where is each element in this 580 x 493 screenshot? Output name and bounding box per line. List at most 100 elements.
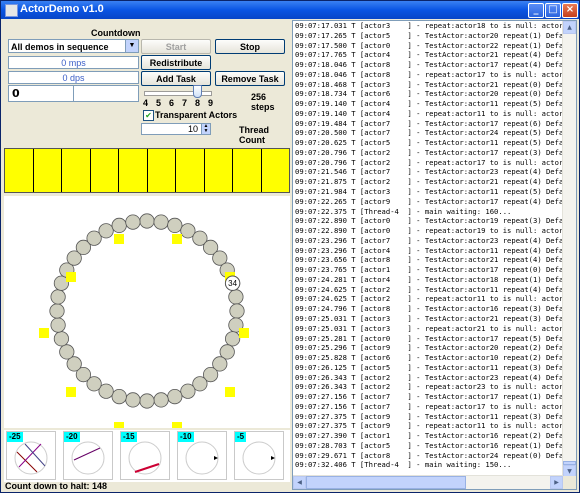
log-line: 09:07:25.031 T [actor3 ] - repeat:actor2… xyxy=(295,323,563,333)
counter-divider xyxy=(73,86,74,101)
task-square xyxy=(39,328,49,338)
transparent-checkbox[interactable]: ✔ xyxy=(143,110,154,121)
log-line: 09:07:27.375 T [actor9 ] - TestActor:act… xyxy=(295,411,563,421)
countdown-label: Countdown xyxy=(91,28,141,38)
log-line: 09:07:26.343 T [actor2 ] - TestActor:act… xyxy=(295,372,563,382)
log-line: 09:07:19.140 T [actor4 ] - repeat:actor1… xyxy=(295,108,563,118)
log-line: 09:07:27.375 T [actor9 ] - repeat:actor1… xyxy=(295,421,563,431)
log-line: 09:07:19.484 T [actor7 ] - TestActor:act… xyxy=(295,118,563,128)
thumbnail[interactable]: -10 xyxy=(177,431,227,480)
thumbnail-tag: -25 xyxy=(7,432,23,442)
task-bar xyxy=(4,148,290,193)
thumbnail[interactable]: -25 xyxy=(6,431,56,480)
redistribute-button[interactable]: Redistribute xyxy=(141,55,211,70)
scroll-corner xyxy=(563,476,576,489)
log-line: 09:07:25.281 T [actor0 ] - TestActor:act… xyxy=(295,333,563,343)
java-icon xyxy=(5,4,18,17)
log-line: 09:07:27.390 T [actor1 ] - TestActor:act… xyxy=(295,431,563,441)
actor-node xyxy=(111,217,127,234)
actor-node xyxy=(139,213,155,229)
remove-task-button[interactable]: Remove Task xyxy=(215,71,285,86)
spinner-down-icon[interactable]: ▼ xyxy=(201,129,210,134)
actor-node xyxy=(167,217,183,234)
log-line: 09:07:23.296 T [actor7 ] - TestActor:act… xyxy=(295,235,563,245)
log-line: 09:07:22.265 T [actor9 ] - TestActor:act… xyxy=(295,196,563,206)
start-button[interactable]: Start xyxy=(141,39,211,54)
actor-node xyxy=(50,289,66,305)
title-bar[interactable]: ActorDemo v1.0 _ □ × xyxy=(1,1,579,19)
thread-count-value: 10 xyxy=(187,124,198,134)
scroll-up-icon[interactable]: ▲ xyxy=(563,21,576,34)
log-line: 09:07:23.656 T [actor8 ] - TestActor:act… xyxy=(295,255,563,265)
log-line: 09:07:17.031 T [actor3 ] - repeat:actor1… xyxy=(295,21,563,30)
log-line: 09:07:19.140 T [actor4 ] - TestActor:act… xyxy=(295,99,563,109)
actor-node xyxy=(53,331,70,347)
slider-tick: 4 xyxy=(143,98,149,108)
actor-node xyxy=(59,344,75,360)
horizontal-scrollbar[interactable]: ◀ ▶ xyxy=(293,475,563,489)
task-square xyxy=(239,328,249,338)
log-line: 09:07:17.500 T [actor0 ] - TestActor:act… xyxy=(295,40,563,50)
maximize-icon[interactable]: □ xyxy=(545,3,561,18)
slider-tick: 6 xyxy=(169,98,175,108)
thumbnail-tag: -20 xyxy=(64,432,80,442)
task-square xyxy=(114,422,124,432)
task-square xyxy=(172,234,182,244)
actor-ring: 34 xyxy=(39,213,249,432)
actor-node xyxy=(225,331,241,347)
log-line: 09:07:24.796 T [actor8 ] - TestActor:act… xyxy=(295,304,563,314)
log-line: 09:07:24.625 T [actor2 ] - repeat:actor1… xyxy=(295,294,563,304)
chevron-down-icon[interactable]: ▼ xyxy=(125,40,138,52)
thumbnail-tag: -15 xyxy=(121,432,137,442)
horizontal-scroll-thumb[interactable] xyxy=(306,476,466,489)
log-panel[interactable]: 09:07:17.031 T [actor3 ] - repeat:actor1… xyxy=(292,20,577,490)
log-line: 09:07:23.765 T [actor1 ] - TestActor:act… xyxy=(295,265,563,275)
counter-value: 0 xyxy=(12,87,20,100)
stop-button[interactable]: Stop xyxy=(215,39,285,54)
counter-display: 0 xyxy=(8,85,139,102)
actor-node xyxy=(50,317,66,333)
actor-node xyxy=(49,303,65,319)
task-slot xyxy=(91,149,119,192)
add-task-button[interactable]: Add Task xyxy=(141,71,211,86)
minimize-icon[interactable]: _ xyxy=(528,3,544,18)
window-title: ActorDemo v1.0 xyxy=(20,3,104,15)
thread-count-spinner[interactable]: 10 ▲ ▼ xyxy=(141,123,211,135)
log-line: 09:07:25.296 T [actor9 ] - TestActor:act… xyxy=(295,343,563,353)
close-icon[interactable]: × xyxy=(562,3,578,18)
log-line: 09:07:22.890 T [actor0 ] - repeat:actor1… xyxy=(295,226,563,236)
log-line: 09:07:18.734 T [actor6 ] - TestActor:act… xyxy=(295,89,563,99)
scroll-right-icon[interactable]: ▶ xyxy=(550,476,563,489)
log-line: 09:07:18.468 T [actor3 ] - TestActor:act… xyxy=(295,79,563,89)
thumbnail[interactable]: -20 xyxy=(63,431,113,480)
actor-node xyxy=(153,392,169,408)
log-line: 09:07:25.031 T [actor3 ] - TestActor:act… xyxy=(295,313,563,323)
thumbnail[interactable]: -15 xyxy=(120,431,170,480)
task-square xyxy=(172,422,182,432)
log-line: 09:07:21.546 T [actor7 ] - TestActor:act… xyxy=(295,167,563,177)
slider-thumb[interactable] xyxy=(193,85,202,98)
actor-node xyxy=(98,223,114,239)
thread-count-label: Thread Count xyxy=(239,125,270,145)
log-line: 09:07:23.296 T [actor4 ] - TestActor:act… xyxy=(295,245,563,255)
demo-select-value: All demos in sequence xyxy=(11,42,109,52)
log-line: 09:07:21.875 T [actor2 ] - TestActor:act… xyxy=(295,177,563,187)
slider-ticks: 456789 xyxy=(143,98,221,108)
actor-node xyxy=(111,389,127,405)
log-line: 09:07:22.375 T [Thread-4 ] - main waitin… xyxy=(295,206,512,216)
thumbnail[interactable]: -5 xyxy=(234,431,284,480)
demo-select[interactable]: All demos in sequence ▼ xyxy=(8,39,139,53)
transparent-label: Transparent Actors xyxy=(155,110,238,120)
actor-canvas[interactable]: 34 xyxy=(4,196,290,432)
actor-node xyxy=(167,389,183,405)
log-line: 09:07:18.046 T [actor8 ] - TestActor:act… xyxy=(295,60,563,70)
log-line: 09:07:21.984 T [actor3 ] - TestActor:act… xyxy=(295,187,563,197)
log-line: 09:07:28.703 T [actor5 ] - TestActor:act… xyxy=(295,440,563,450)
actor-node xyxy=(229,303,245,319)
task-slot xyxy=(119,149,148,192)
log-line: 09:07:20.796 T [actor2 ] - TestActor:act… xyxy=(295,147,563,157)
scroll-left-icon[interactable]: ◀ xyxy=(293,476,306,489)
thumbnail-tag: -10 xyxy=(178,432,194,442)
log-line: 09:07:24.625 T [actor2 ] - TestActor:act… xyxy=(295,284,563,294)
vertical-scrollbar[interactable]: ▲ ▼ xyxy=(562,21,576,478)
